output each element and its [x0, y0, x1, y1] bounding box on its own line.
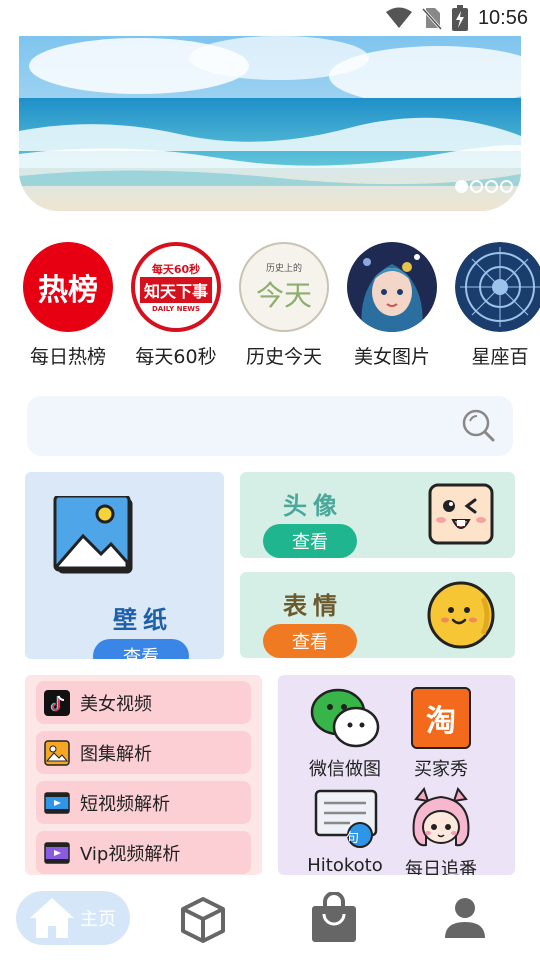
hot-list-icon: 热榜: [23, 242, 113, 332]
video-tools-panel: 美女视频 图集解析 短视频解析 Vip视频解析: [25, 675, 262, 875]
smiley-face-icon: [427, 581, 495, 649]
video-item-label: 图集解析: [80, 743, 152, 765]
daily-news-badge-top: 每天60秒: [151, 263, 201, 276]
nav-home-label: 主页: [80, 909, 116, 930]
daily-news-badge-main: 知天下事: [139, 277, 212, 303]
emoji-card[interactable]: 表情 查看: [240, 572, 515, 658]
avatar-view-button[interactable]: 查看: [263, 524, 357, 558]
app-screen: 10:56 热榜 每日热榜 每天60秒 知天下事 DAILY NEWS 每天60…: [0, 0, 540, 960]
emoji-view-button[interactable]: 查看: [263, 624, 357, 658]
daily-news-icon: 每天60秒 知天下事 DAILY NEWS: [131, 242, 221, 332]
anime-icon: [412, 787, 470, 847]
video-item-short-video-parse[interactable]: 短视频解析: [36, 781, 251, 824]
taobao-icon-text: 淘: [426, 704, 456, 739]
hot-list-badge-text: 热榜: [38, 273, 98, 308]
video-item-vip-video-parse[interactable]: Vip视频解析: [36, 831, 251, 874]
beauty-portrait-icon: [347, 242, 437, 332]
no-sim-icon: [421, 7, 442, 30]
wifi-icon: [385, 7, 412, 28]
wallpaper-title: 壁纸: [113, 606, 173, 634]
cube-icon[interactable]: [180, 896, 226, 944]
nav-home-tab[interactable]: 主页: [16, 891, 130, 945]
search-bar[interactable]: [27, 396, 513, 456]
album-icon: [44, 739, 70, 766]
video-item-album-parse[interactable]: 图集解析: [36, 731, 251, 774]
wink-face-icon: [428, 483, 494, 545]
carousel-dot[interactable]: [485, 180, 498, 193]
home-icon: [30, 898, 74, 938]
video-item-beauty-video[interactable]: 美女视频: [36, 681, 251, 724]
quote-icon-text: 句: [346, 831, 360, 846]
quick-link-label: 每日热榜: [29, 346, 106, 368]
wechat-icon: [310, 688, 380, 748]
banner-image: [19, 36, 521, 211]
quick-link-label: 历史今天: [245, 346, 322, 368]
quick-link-daily-60s[interactable]: 每天60秒 知天下事 DAILY NEWS 每天60秒: [122, 242, 230, 369]
film-icon: [44, 790, 70, 816]
profile-icon[interactable]: [443, 896, 487, 940]
history-today-badge-top: 历史上的: [265, 263, 302, 274]
bottom-navigation: 主页: [0, 880, 540, 960]
tiktok-icon: [44, 689, 70, 716]
carousel-dot[interactable]: [455, 180, 468, 193]
avatar-title: 头像: [283, 492, 343, 520]
quick-link-label: 美女图片: [353, 346, 430, 368]
quick-link-hot-list[interactable]: 热榜 每日热榜: [14, 242, 122, 369]
app-label: 买家秀: [414, 759, 468, 780]
apps-panel: 微信做图 淘 买家秀 句 Hitokoto 每日追番: [278, 675, 515, 875]
quick-link-horoscope[interactable]: 星座百: [446, 242, 540, 369]
app-label: 每日追番: [405, 859, 477, 875]
search-icon[interactable]: [461, 408, 497, 444]
wallpaper-card[interactable]: 壁纸 查看: [25, 472, 224, 659]
status-time: 10:56: [477, 6, 528, 29]
shopping-bag-icon[interactable]: [310, 892, 358, 944]
video-item-label: Vip视频解析: [80, 843, 181, 865]
video-item-label: 美女视频: [80, 693, 152, 715]
daily-news-badge-sub: DAILY NEWS: [151, 305, 201, 313]
wallpaper-view-button[interactable]: 查看: [93, 639, 189, 659]
app-label: Hitokoto: [307, 855, 383, 875]
app-label: 微信做图: [309, 759, 381, 780]
history-today-icon: 历史上的 今天: [239, 242, 329, 332]
carousel-dot[interactable]: [500, 180, 513, 193]
app-buyer-show[interactable]: 淘 买家秀: [396, 687, 486, 781]
quick-link-beauty-pics[interactable]: 美女图片: [338, 242, 446, 369]
carousel-dots: [455, 180, 513, 193]
history-today-badge-main: 今天: [255, 278, 312, 312]
quick-links-row: 热榜 每日热榜 每天60秒 知天下事 DAILY NEWS 每天60秒 历史上的…: [14, 242, 540, 369]
carousel-dot[interactable]: [470, 180, 483, 193]
app-hitokoto[interactable]: 句 Hitokoto: [300, 787, 390, 875]
zodiac-wheel-icon: [455, 242, 540, 332]
app-wechat-image[interactable]: 微信做图: [300, 687, 390, 781]
quote-icon: [314, 789, 378, 848]
quick-link-label: 星座百: [471, 346, 529, 368]
quick-link-history-today[interactable]: 历史上的 今天 历史今天: [230, 242, 338, 369]
status-bar: 10:56: [0, 0, 540, 36]
banner-carousel[interactable]: [19, 36, 521, 211]
picture-icon: [53, 496, 133, 574]
battery-charging-icon: [451, 5, 468, 31]
quick-link-label: 每天60秒: [135, 346, 217, 368]
emoji-title: 表情: [283, 592, 343, 620]
film-purple-icon: [44, 840, 70, 866]
video-item-label: 短视频解析: [80, 793, 170, 815]
app-daily-anime[interactable]: 每日追番: [396, 787, 486, 875]
avatar-card[interactable]: 头像 查看: [240, 472, 515, 558]
taobao-icon: 淘: [411, 687, 471, 749]
